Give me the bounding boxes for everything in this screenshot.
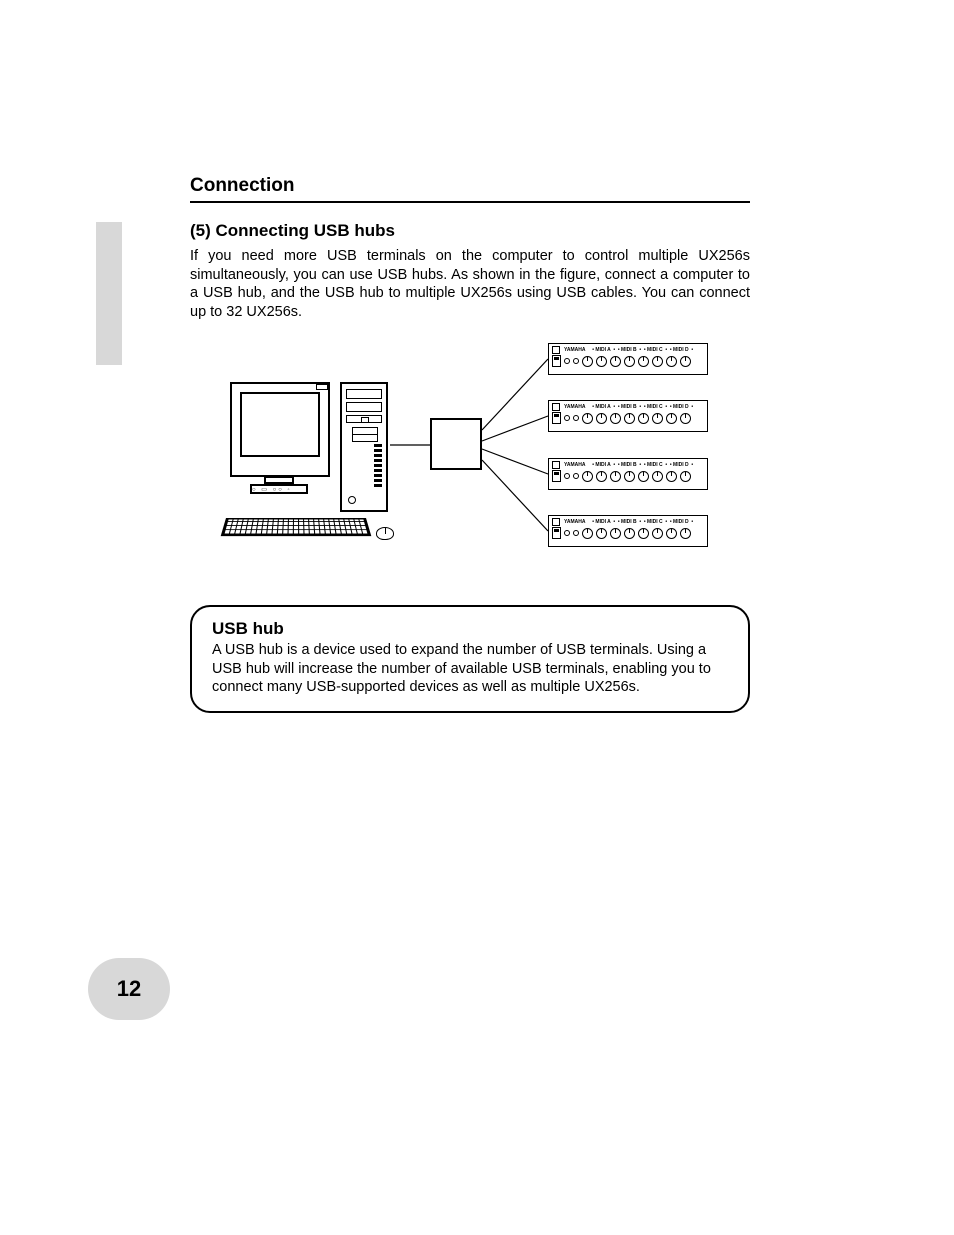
yamaha-logo-icon: [552, 346, 560, 354]
callout-title: USB hub: [212, 619, 728, 639]
yamaha-logo-icon: [552, 518, 560, 526]
device-brand: YAMAHA: [564, 405, 585, 410]
device-brand: YAMAHA: [564, 520, 585, 525]
manual-page: Connection (5) Connecting USB hubs If yo…: [0, 0, 954, 1235]
callout-box: USB hub A USB hub is a device used to ex…: [190, 605, 750, 713]
page-number-pill: 12: [88, 958, 170, 1020]
device-brand: YAMAHA: [564, 463, 585, 468]
page-number: 12: [117, 976, 141, 1002]
monitor-icon: [230, 382, 330, 477]
subsection-body: If you need more USB terminals on the co…: [190, 247, 750, 321]
ux256-device: YAMAHA • MIDI A • • MIDI B • • MIDI C • …: [548, 343, 708, 375]
tower-icon: [340, 382, 388, 512]
computer-icon: ○ ▭ ○○ ◦: [230, 390, 405, 545]
monitor-stand: [264, 476, 294, 484]
device-brand: YAMAHA: [564, 348, 585, 353]
side-tab: [96, 222, 122, 365]
ux256-device: YAMAHA • MIDI A • • MIDI B • • MIDI C • …: [548, 515, 708, 547]
keyboard-icon: [221, 518, 372, 536]
callout-body: A USB hub is a device used to expand the…: [212, 641, 728, 697]
yamaha-logo-icon: [552, 461, 560, 469]
ux256-device: YAMAHA • MIDI A • • MIDI B • • MIDI C • …: [548, 400, 708, 432]
ux256-device: YAMAHA • MIDI A • • MIDI B • • MIDI C • …: [548, 458, 708, 490]
mouse-icon: [376, 527, 394, 540]
section-title: Connection: [190, 175, 750, 197]
usb-hub-diagram: ○ ▭ ○○ ◦ YAMAHA • MIDI A • • MIDI B • • …: [230, 345, 710, 565]
monitor-buttons: ○ ▭ ○○ ◦: [252, 486, 292, 493]
yamaha-logo-icon: [552, 403, 560, 411]
subsection-title: (5) Connecting USB hubs: [190, 221, 750, 241]
monitor-cable: [316, 384, 328, 390]
usb-hub-icon: [430, 418, 482, 470]
content-area: Connection (5) Connecting USB hubs If yo…: [190, 175, 750, 713]
section-rule: [190, 201, 750, 203]
